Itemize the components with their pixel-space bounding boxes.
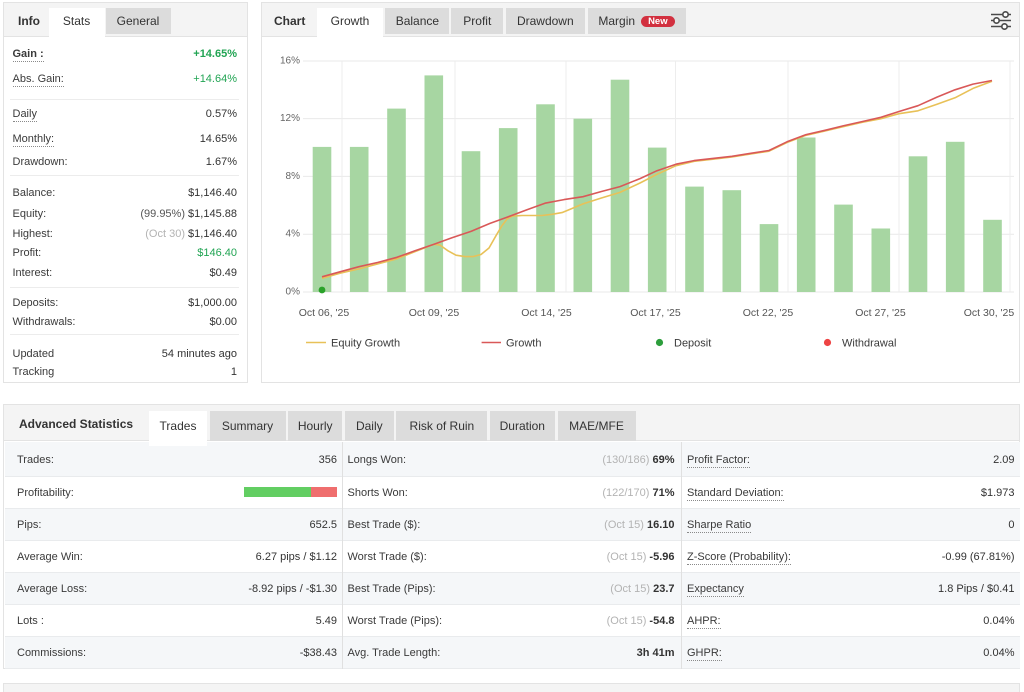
svg-text:16%: 16% <box>280 56 300 67</box>
svg-text:Oct 17, '25: Oct 17, '25 <box>630 307 681 319</box>
svg-text:Oct 22, '25: Oct 22, '25 <box>743 307 794 319</box>
svg-text:Deposit: Deposit <box>674 338 711 350</box>
svg-text:Oct 09, '25: Oct 09, '25 <box>409 307 460 319</box>
svg-text:0%: 0% <box>286 287 301 298</box>
svg-text:Withdrawal: Withdrawal <box>842 338 896 350</box>
svg-text:Oct 30, '25: Oct 30, '25 <box>964 307 1015 319</box>
svg-text:Oct 06, '25: Oct 06, '25 <box>299 307 350 319</box>
svg-text:4%: 4% <box>286 229 301 240</box>
svg-text:Oct 14, '25: Oct 14, '25 <box>521 307 572 319</box>
svg-text:12%: 12% <box>280 113 300 124</box>
svg-text:Oct 27, '25: Oct 27, '25 <box>855 307 906 319</box>
svg-text:Growth: Growth <box>506 338 541 350</box>
svg-text:Equity Growth: Equity Growth <box>331 338 400 350</box>
svg-text:8%: 8% <box>286 171 301 182</box>
